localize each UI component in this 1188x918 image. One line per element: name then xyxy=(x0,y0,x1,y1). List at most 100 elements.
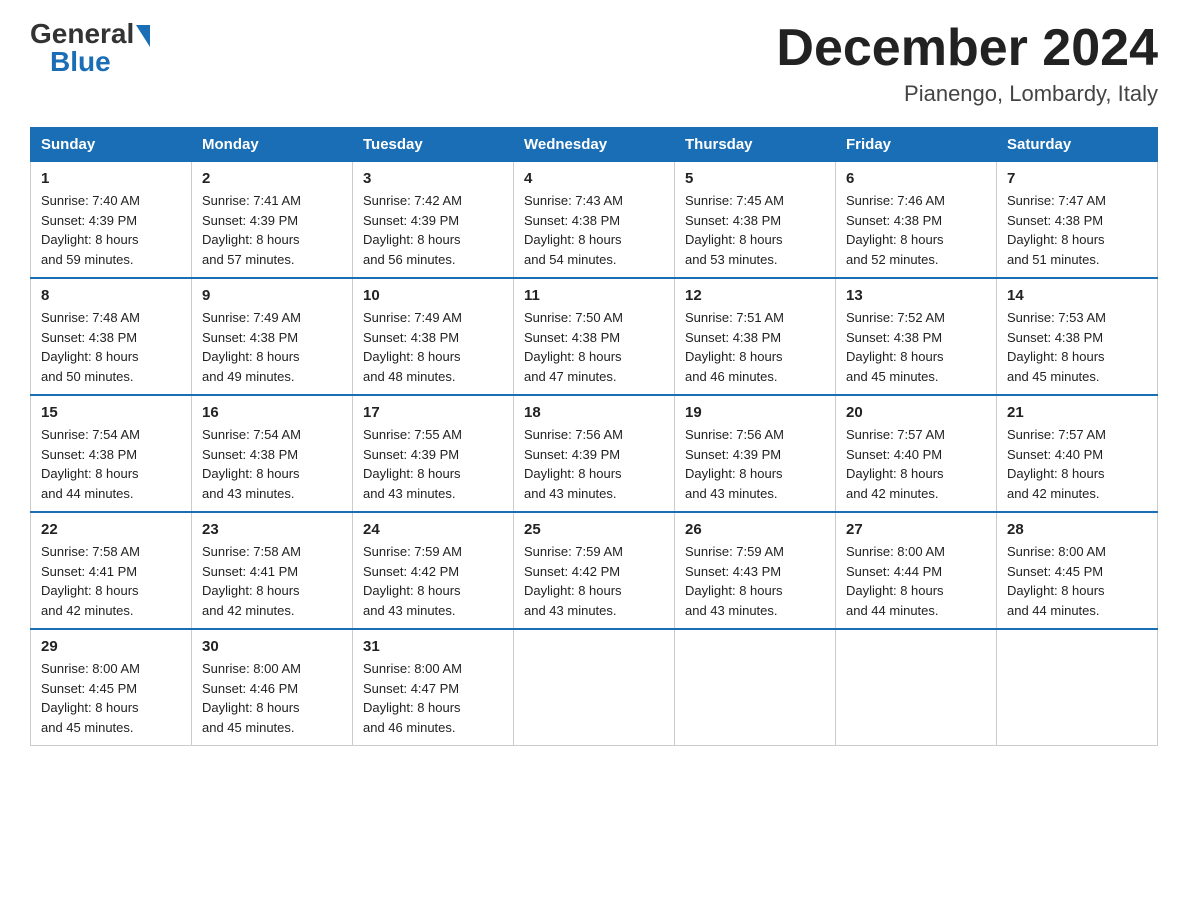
day-info: Sunrise: 7:42 AMSunset: 4:39 PMDaylight:… xyxy=(363,191,503,269)
calendar-cell: 26 Sunrise: 7:59 AMSunset: 4:43 PMDayligh… xyxy=(675,512,836,629)
day-info: Sunrise: 7:55 AMSunset: 4:39 PMDaylight:… xyxy=(363,425,503,503)
calendar-cell: 30 Sunrise: 8:00 AMSunset: 4:46 PMDayligh… xyxy=(192,629,353,746)
calendar-cell: 31Sunrise: 8:00 AMSunset: 4:47 PMDayligh… xyxy=(353,629,514,746)
calendar-cell: 3 Sunrise: 7:42 AMSunset: 4:39 PMDaylight… xyxy=(353,162,514,279)
calendar-week-row: 15Sunrise: 7:54 AMSunset: 4:38 PMDayligh… xyxy=(31,395,1158,512)
logo-blue-text: Blue xyxy=(50,48,111,76)
day-number: 21 xyxy=(1007,404,1147,421)
day-number: 26 xyxy=(685,521,825,538)
day-info: Sunrise: 8:00 AMSunset: 4:46 PMDaylight:… xyxy=(202,659,342,737)
day-number: 18 xyxy=(524,404,664,421)
day-number: 10 xyxy=(363,287,503,304)
day-number: 4 xyxy=(524,170,664,187)
day-number: 3 xyxy=(363,170,503,187)
day-info: Sunrise: 7:54 AMSunset: 4:38 PMDaylight:… xyxy=(202,425,342,503)
calendar-cell: 27Sunrise: 8:00 AMSunset: 4:44 PMDayligh… xyxy=(836,512,997,629)
day-number: 17 xyxy=(363,404,503,421)
day-info: Sunrise: 7:47 AMSunset: 4:38 PMDaylight:… xyxy=(1007,191,1147,269)
calendar-cell: 20Sunrise: 7:57 AMSunset: 4:40 PMDayligh… xyxy=(836,395,997,512)
day-number: 30 xyxy=(202,638,342,655)
day-number: 5 xyxy=(685,170,825,187)
day-info: Sunrise: 7:57 AMSunset: 4:40 PMDaylight:… xyxy=(846,425,986,503)
day-info: Sunrise: 7:43 AMSunset: 4:38 PMDaylight:… xyxy=(524,191,664,269)
day-info: Sunrise: 7:56 AMSunset: 4:39 PMDaylight:… xyxy=(685,425,825,503)
calendar-cell: 1 Sunrise: 7:40 AMSunset: 4:39 PMDaylight… xyxy=(31,162,192,279)
day-number: 13 xyxy=(846,287,986,304)
day-number: 19 xyxy=(685,404,825,421)
calendar-week-row: 29Sunrise: 8:00 AMSunset: 4:45 PMDayligh… xyxy=(31,629,1158,746)
page-header: General Blue December 2024 Pianengo, Lom… xyxy=(30,20,1158,107)
calendar-cell: 14 Sunrise: 7:53 AMSunset: 4:38 PMDayligh… xyxy=(997,278,1158,395)
day-info: Sunrise: 7:45 AMSunset: 4:38 PMDaylight:… xyxy=(685,191,825,269)
calendar-cell xyxy=(836,629,997,746)
day-info: Sunrise: 7:56 AMSunset: 4:39 PMDaylight:… xyxy=(524,425,664,503)
calendar-cell: 22 Sunrise: 7:58 AMSunset: 4:41 PMDayligh… xyxy=(31,512,192,629)
calendar-week-row: 1 Sunrise: 7:40 AMSunset: 4:39 PMDaylight… xyxy=(31,162,1158,279)
day-number: 24 xyxy=(363,521,503,538)
day-info: Sunrise: 7:49 AMSunset: 4:38 PMDaylight:… xyxy=(202,308,342,386)
day-number: 23 xyxy=(202,521,342,538)
day-info: Sunrise: 7:57 AMSunset: 4:40 PMDaylight:… xyxy=(1007,425,1147,503)
day-info: Sunrise: 7:40 AMSunset: 4:39 PMDaylight:… xyxy=(41,191,181,269)
calendar-cell: 11 Sunrise: 7:50 AMSunset: 4:38 PMDayligh… xyxy=(514,278,675,395)
day-number: 9 xyxy=(202,287,342,304)
weekday-header-monday: Monday xyxy=(192,128,353,162)
day-info: Sunrise: 7:59 AMSunset: 4:43 PMDaylight:… xyxy=(685,542,825,620)
day-number: 16 xyxy=(202,404,342,421)
calendar-week-row: 8Sunrise: 7:48 AMSunset: 4:38 PMDaylight… xyxy=(31,278,1158,395)
calendar-cell: 28 Sunrise: 8:00 AMSunset: 4:45 PMDayligh… xyxy=(997,512,1158,629)
calendar-week-row: 22 Sunrise: 7:58 AMSunset: 4:41 PMDayligh… xyxy=(31,512,1158,629)
calendar-table: SundayMondayTuesdayWednesdayThursdayFrid… xyxy=(30,127,1158,746)
logo-general-text: General xyxy=(30,20,134,48)
logo-triangle-icon xyxy=(136,25,150,47)
day-number: 11 xyxy=(524,287,664,304)
calendar-cell: 23Sunrise: 7:58 AMSunset: 4:41 PMDayligh… xyxy=(192,512,353,629)
day-number: 25 xyxy=(524,521,664,538)
day-info: Sunrise: 7:53 AMSunset: 4:38 PMDaylight:… xyxy=(1007,308,1147,386)
day-info: Sunrise: 7:52 AMSunset: 4:38 PMDaylight:… xyxy=(846,308,986,386)
day-info: Sunrise: 7:59 AMSunset: 4:42 PMDaylight:… xyxy=(363,542,503,620)
day-info: Sunrise: 7:58 AMSunset: 4:41 PMDaylight:… xyxy=(41,542,181,620)
day-info: Sunrise: 7:49 AMSunset: 4:38 PMDaylight:… xyxy=(363,308,503,386)
day-info: Sunrise: 7:48 AMSunset: 4:38 PMDaylight:… xyxy=(41,308,181,386)
day-info: Sunrise: 8:00 AMSunset: 4:45 PMDaylight:… xyxy=(1007,542,1147,620)
day-number: 22 xyxy=(41,521,181,538)
weekday-header-thursday: Thursday xyxy=(675,128,836,162)
weekday-header-row: SundayMondayTuesdayWednesdayThursdayFrid… xyxy=(31,128,1158,162)
calendar-cell: 9 Sunrise: 7:49 AMSunset: 4:38 PMDaylight… xyxy=(192,278,353,395)
calendar-cell: 25Sunrise: 7:59 AMSunset: 4:42 PMDayligh… xyxy=(514,512,675,629)
logo: General Blue xyxy=(30,20,150,76)
calendar-cell: 17 Sunrise: 7:55 AMSunset: 4:39 PMDayligh… xyxy=(353,395,514,512)
day-info: Sunrise: 7:46 AMSunset: 4:38 PMDaylight:… xyxy=(846,191,986,269)
day-number: 12 xyxy=(685,287,825,304)
day-info: Sunrise: 7:54 AMSunset: 4:38 PMDaylight:… xyxy=(41,425,181,503)
day-number: 1 xyxy=(41,170,181,187)
day-number: 29 xyxy=(41,638,181,655)
day-number: 28 xyxy=(1007,521,1147,538)
calendar-cell: 5 Sunrise: 7:45 AMSunset: 4:38 PMDaylight… xyxy=(675,162,836,279)
day-info: Sunrise: 7:50 AMSunset: 4:38 PMDaylight:… xyxy=(524,308,664,386)
day-info: Sunrise: 7:41 AMSunset: 4:39 PMDaylight:… xyxy=(202,191,342,269)
month-title: December 2024 xyxy=(776,20,1158,77)
day-number: 2 xyxy=(202,170,342,187)
calendar-cell: 6Sunrise: 7:46 AMSunset: 4:38 PMDaylight… xyxy=(836,162,997,279)
calendar-cell: 10 Sunrise: 7:49 AMSunset: 4:38 PMDayligh… xyxy=(353,278,514,395)
day-number: 7 xyxy=(1007,170,1147,187)
calendar-cell: 4 Sunrise: 7:43 AMSunset: 4:38 PMDaylight… xyxy=(514,162,675,279)
weekday-header-sunday: Sunday xyxy=(31,128,192,162)
calendar-cell xyxy=(997,629,1158,746)
day-info: Sunrise: 7:51 AMSunset: 4:38 PMDaylight:… xyxy=(685,308,825,386)
calendar-cell: 24 Sunrise: 7:59 AMSunset: 4:42 PMDayligh… xyxy=(353,512,514,629)
calendar-cell: 18 Sunrise: 7:56 AMSunset: 4:39 PMDayligh… xyxy=(514,395,675,512)
day-number: 14 xyxy=(1007,287,1147,304)
calendar-cell xyxy=(675,629,836,746)
weekday-header-tuesday: Tuesday xyxy=(353,128,514,162)
calendar-cell: 15Sunrise: 7:54 AMSunset: 4:38 PMDayligh… xyxy=(31,395,192,512)
title-block: December 2024 Pianengo, Lombardy, Italy xyxy=(776,20,1158,107)
day-info: Sunrise: 8:00 AMSunset: 4:47 PMDaylight:… xyxy=(363,659,503,737)
calendar-cell: 19 Sunrise: 7:56 AMSunset: 4:39 PMDayligh… xyxy=(675,395,836,512)
location-title: Pianengo, Lombardy, Italy xyxy=(776,81,1158,107)
calendar-cell: 21 Sunrise: 7:57 AMSunset: 4:40 PMDayligh… xyxy=(997,395,1158,512)
calendar-cell xyxy=(514,629,675,746)
weekday-header-saturday: Saturday xyxy=(997,128,1158,162)
